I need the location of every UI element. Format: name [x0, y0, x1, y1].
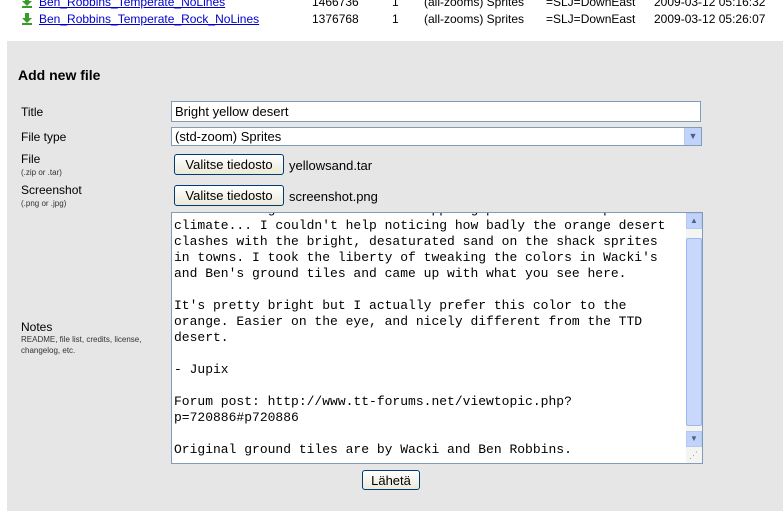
file-label: File	[21, 152, 41, 166]
scroll-up-icon[interactable]: ▲	[686, 213, 702, 229]
resize-grip-icon[interactable]: ⋰	[689, 450, 701, 462]
file-size: 1376768	[312, 12, 359, 26]
scroll-thumb[interactable]	[686, 238, 702, 426]
notes-text[interactable]: I was messing around with the 32bpp mega…	[174, 213, 682, 458]
file-name-link[interactable]: Ben_Robbins_Temperate_Rock_NoLines	[39, 10, 259, 28]
filetype-label: File type	[21, 130, 67, 144]
title-label: Title	[21, 105, 44, 119]
notes-scrollbar[interactable]: ▲ ▼	[686, 213, 702, 463]
screenshot-choose-button[interactable]: Valitse tiedosto	[174, 185, 284, 206]
scroll-down-icon[interactable]: ▼	[686, 431, 702, 447]
notes-label: Notes	[21, 320, 53, 334]
notes-hint: README, file list, credits, license, cha…	[21, 335, 142, 355]
screenshot-label: Screenshot	[21, 183, 82, 197]
file-type: (all-zooms) Sprites	[424, 12, 525, 26]
file-hint: (.zip or .tar)	[21, 168, 62, 177]
download-arrow-icon[interactable]	[21, 13, 33, 25]
file-choose-button[interactable]: Valitse tiedosto	[174, 154, 284, 175]
file-list: Ben_Robbins_Temperate_NoLines 1466736 1 …	[0, 0, 783, 40]
screenshot-chosen-name: screenshot.png	[289, 189, 378, 204]
submit-button[interactable]: Lähetä	[362, 470, 420, 490]
title-input[interactable]: Bright yellow desert	[171, 101, 701, 122]
file-version: 1	[392, 12, 399, 26]
form-heading: Add new file	[18, 67, 101, 83]
filetype-selected: (std-zoom) Sprites	[175, 129, 282, 144]
file-row: Ben_Robbins_Temperate_Rock_NoLines 13767…	[0, 10, 783, 28]
chevron-down-icon[interactable]: ▼	[684, 128, 701, 145]
file-date: 2009-03-12 05:26:07	[654, 12, 766, 26]
file-chosen-name: yellowsand.tar	[289, 158, 373, 173]
file-author: =SLJ=DownEast	[546, 12, 636, 26]
filetype-select[interactable]: (std-zoom) Sprites ▼	[171, 127, 702, 146]
screenshot-hint: (.png or .jpg)	[21, 199, 67, 208]
notes-textarea[interactable]: I was messing around with the 32bpp mega…	[171, 212, 703, 464]
download-arrow-icon[interactable]	[21, 0, 33, 8]
